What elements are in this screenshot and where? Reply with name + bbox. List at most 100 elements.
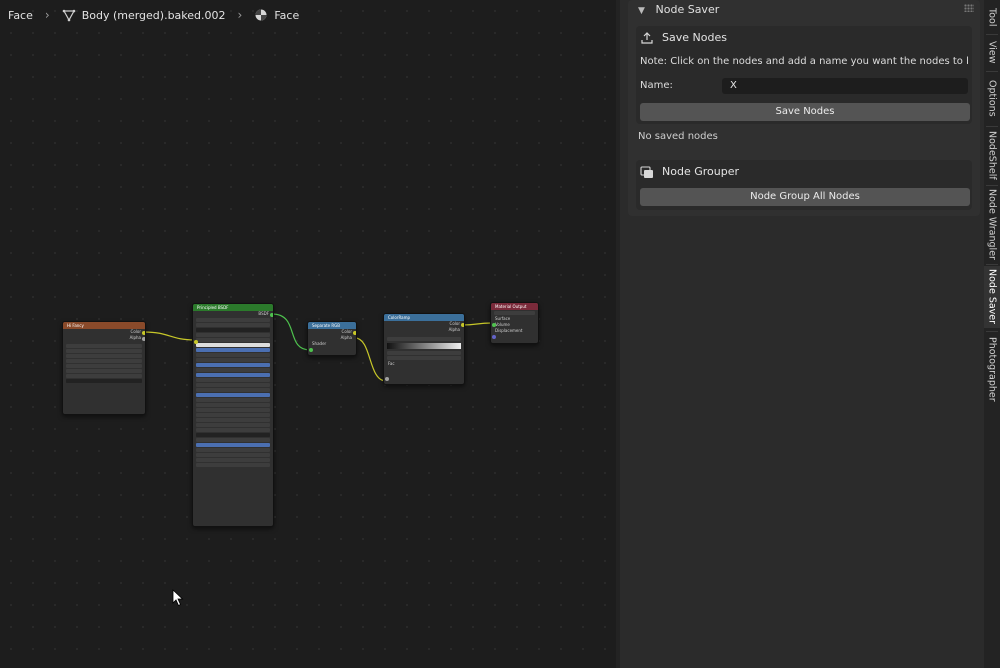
node-field[interactable] [196,343,270,347]
node-field[interactable] [66,364,142,368]
node-field[interactable] [196,363,270,367]
save-nodes-box: Save Nodes Note: Click on the nodes and … [636,26,972,124]
link-color-to-basecolor [143,331,196,341]
node-field[interactable] [196,388,270,392]
tab-label: Tool [986,7,998,27]
image-texture-node[interactable]: Hi Fancy Color Alpha [62,321,146,415]
node-header: Hi Fancy [63,322,145,329]
node-field[interactable] [66,344,142,348]
node-field[interactable] [196,458,270,462]
tab-label: Node Wrangler [986,188,998,260]
node-field[interactable] [66,379,142,383]
node-field[interactable] [196,383,270,387]
node-field[interactable] [196,403,270,407]
node-field[interactable] [196,368,270,372]
node-socket[interactable] [492,335,496,339]
node-field[interactable] [196,443,270,447]
link-separate-to-ramp [354,337,387,382]
node-field[interactable] [196,423,270,427]
node-socket-label: BSDF [258,311,269,316]
principled-bsdf-node[interactable]: Principled BSDF BSDF [192,303,274,527]
node-field[interactable] [196,373,270,377]
node-socket[interactable] [492,323,496,327]
sidebar-tabs: Tool View Options NodeShelf Node Wrangle… [984,0,1000,668]
tab-divider [986,264,998,265]
node-group-icon [640,166,653,178]
tab-divider [986,34,998,35]
node-editor-canvas[interactable]: Face › Body (merged).baked.002 › Face Hi… [0,0,616,668]
tab-label: Node Saver [986,269,998,325]
node-field[interactable] [196,328,270,332]
tab-label: NodeShelf [986,130,998,180]
tab-node-saver[interactable]: Node Saver [984,266,1000,328]
node-field[interactable] [196,378,270,382]
node-field[interactable] [196,333,270,337]
node-header: Principled BSDF [193,304,273,311]
node-socket[interactable] [461,323,464,327]
color-ramp-node[interactable]: ColorRamp Color Alpha Fac [383,313,465,385]
link-ramp-to-output [461,322,493,326]
node-field[interactable] [196,428,270,432]
tab-view[interactable]: View [984,36,1000,68]
node-field[interactable] [66,369,142,373]
node-header: ColorRamp [384,314,464,321]
node-field[interactable] [66,349,142,353]
node-field[interactable] [196,318,270,322]
node-header: Separate RGB [308,322,356,329]
drag-handle-icon[interactable] [964,4,974,12]
node-field[interactable] [196,463,270,467]
tab-divider [986,331,998,332]
node-field[interactable] [66,359,142,363]
tab-options[interactable]: Options [984,73,1000,123]
node-field[interactable] [196,358,270,362]
node-grouper-box: Node Grouper Node Group All Nodes [636,160,972,210]
node-field[interactable] [196,448,270,452]
material-output-node[interactable]: Material Output Surface Volume Displacem… [490,302,539,344]
tab-node-wrangler[interactable]: Node Wrangler [984,187,1000,261]
node-field[interactable] [196,433,270,437]
name-label: Name: [640,80,673,91]
tab-nodeshelf[interactable]: NodeShelf [984,128,1000,182]
node-socket-label: Alpha [448,327,460,332]
color-ramp-gradient[interactable] [387,343,461,349]
tab-divider [986,71,998,72]
save-nodes-button[interactable]: Save Nodes [640,103,970,121]
node-field[interactable] [196,438,270,442]
save-nodes-title: Save Nodes [662,31,727,44]
node-field[interactable] [196,353,270,357]
name-input[interactable]: X [722,78,968,94]
node-field[interactable] [196,413,270,417]
node-socket[interactable] [142,331,145,335]
node-socket-label: Shader [312,341,327,346]
node-field[interactable] [196,338,270,342]
node-socket[interactable] [353,331,356,335]
node-field[interactable] [196,398,270,402]
panel-header[interactable]: ▼ Node Saver [638,2,719,18]
node-field[interactable] [196,453,270,457]
node-field[interactable] [66,354,142,358]
tab-divider [986,126,998,127]
mouse-cursor-icon [172,589,184,607]
tab-label: Options [986,79,998,117]
node-saver-panel: ▼ Node Saver Save Nodes Note: Click on t… [628,0,980,216]
node-socket[interactable] [142,337,145,341]
node-field[interactable] [196,323,270,327]
node-field[interactable] [196,393,270,397]
node-field[interactable] [196,418,270,422]
node-field[interactable] [387,351,461,355]
node-socket[interactable] [309,348,313,352]
separate-rgb-node[interactable]: Separate RGB Color Alpha Shader [307,321,357,356]
node-field[interactable] [66,374,142,378]
node-socket[interactable] [194,340,198,344]
tab-tool[interactable]: Tool [984,2,1000,32]
node-field[interactable] [196,408,270,412]
node-group-all-button[interactable]: Node Group All Nodes [640,188,970,206]
node-field[interactable] [196,348,270,352]
node-socket[interactable] [270,313,273,317]
node-field[interactable] [387,337,461,341]
tab-photographer[interactable]: Photographer [984,333,1000,405]
node-field[interactable] [494,311,535,315]
node-socket[interactable] [385,377,389,381]
node-field[interactable] [387,356,461,360]
tab-divider [986,185,998,186]
